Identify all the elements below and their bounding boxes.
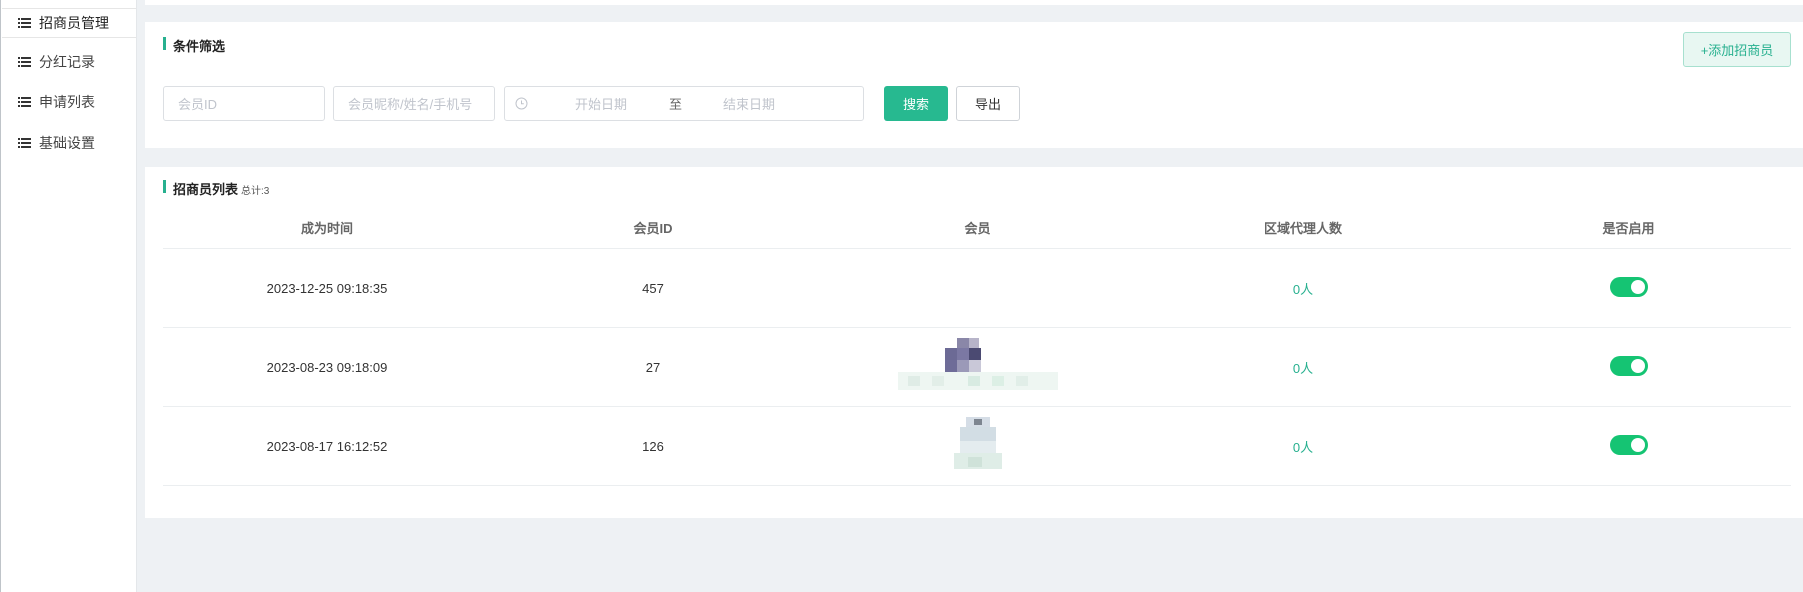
member-name-input[interactable]: 会员昵称/姓名/手机号 (333, 86, 495, 121)
list-title-text: 招商员列表 (173, 182, 239, 197)
list-icon (18, 138, 31, 148)
cell-agent-count[interactable]: 0人 (1140, 358, 1466, 377)
date-start-input[interactable]: 开始日期 (575, 94, 627, 113)
filter-title-text: 条件筛选 (173, 39, 226, 54)
cell-member-id: 457 (642, 280, 664, 296)
enabled-toggle[interactable] (1609, 434, 1648, 455)
table-row: 2023-12-25 09:18:35 457 0人 (163, 249, 1791, 328)
cell-member (815, 249, 1140, 328)
enabled-toggle[interactable] (1609, 355, 1648, 376)
cell-enabled (1466, 276, 1791, 300)
export-button[interactable]: 导出 (956, 86, 1020, 121)
sidebar-item-dividend-records[interactable]: 分红记录 (2, 47, 136, 77)
member-avatar-blurred (953, 416, 1002, 469)
clock-icon (515, 97, 528, 110)
list-section-title: 招商员列表 总计:3 (163, 179, 269, 198)
column-header-enabled: 是否启用 (1602, 221, 1655, 236)
sidebar: 招商员管理 分红记录 申请列表 基础设置 (0, 0, 137, 592)
sidebar-item-basic-settings[interactable]: 基础设置 (2, 128, 136, 158)
sidebar-item-label: 基础设置 (39, 135, 95, 151)
table-row: 2023-08-23 09:18:09 27 0人 (163, 328, 1791, 407)
member-avatar-blurred (897, 337, 1058, 390)
cell-agent-count[interactable]: 0人 (1140, 437, 1466, 456)
member-id-placeholder: 会员ID (178, 97, 218, 112)
list-total-count: 总计:3 (241, 186, 270, 197)
cell-member-id: 27 (645, 359, 661, 375)
column-header-member: 会员 (964, 221, 991, 236)
cell-enabled (1466, 434, 1791, 458)
member-name-placeholder: 会员昵称/姓名/手机号 (348, 97, 473, 112)
date-end-input[interactable]: 结束日期 (723, 94, 775, 113)
cell-member-id: 126 (642, 438, 664, 454)
date-separator: 至 (669, 97, 683, 112)
sidebar-item-application-list[interactable]: 申请列表 (2, 87, 136, 117)
cell-member (815, 407, 1140, 486)
list-icon (18, 57, 31, 67)
filter-section-title: 条件筛选 (163, 36, 225, 55)
cell-member (815, 328, 1140, 407)
sidebar-item-merchant-recruiter-management[interactable]: 招商员管理 (2, 8, 136, 38)
table-header: 成为时间 会员ID 会员 区域代理人数 是否启用 (163, 207, 1791, 249)
sidebar-item-label: 招商员管理 (39, 15, 109, 31)
member-id-input[interactable]: 会员ID (163, 86, 325, 121)
list-icon (18, 18, 31, 28)
column-header-agent-count: 区域代理人数 (1263, 221, 1342, 236)
cell-time: 2023-12-25 09:18:35 (266, 280, 388, 296)
recruiter-list-panel: 招商员列表 总计:3 成为时间 会员ID 会员 区域代理人数 是否启用 2023… (145, 167, 1803, 518)
cell-time: 2023-08-23 09:18:09 (266, 359, 388, 375)
recruiter-table: 成为时间 会员ID 会员 区域代理人数 是否启用 2023-12-25 09:1… (163, 207, 1791, 486)
sidebar-item-label: 分红记录 (39, 54, 95, 70)
search-button[interactable]: 搜索 (884, 86, 948, 121)
add-recruiter-button[interactable]: +添加招商员 (1683, 32, 1791, 67)
date-range-picker[interactable]: 开始日期 至 结束日期 (504, 86, 864, 121)
cell-agent-count[interactable]: 0人 (1140, 279, 1466, 298)
table-row: 2023-08-17 16:12:52 126 0人 (163, 407, 1791, 486)
cell-enabled (1466, 355, 1791, 379)
filter-panel: 条件筛选 +添加招商员 会员ID 会员昵称/姓名/手机号 开始日期 至 结束日期… (145, 22, 1803, 148)
column-header-member-id: 会员ID (633, 221, 673, 236)
top-strip (145, 0, 1803, 5)
enabled-toggle[interactable] (1609, 276, 1648, 297)
cell-time: 2023-08-17 16:12:52 (266, 438, 388, 454)
list-icon (18, 97, 31, 107)
column-header-time: 成为时间 (300, 221, 353, 236)
sidebar-item-label: 申请列表 (39, 94, 95, 110)
